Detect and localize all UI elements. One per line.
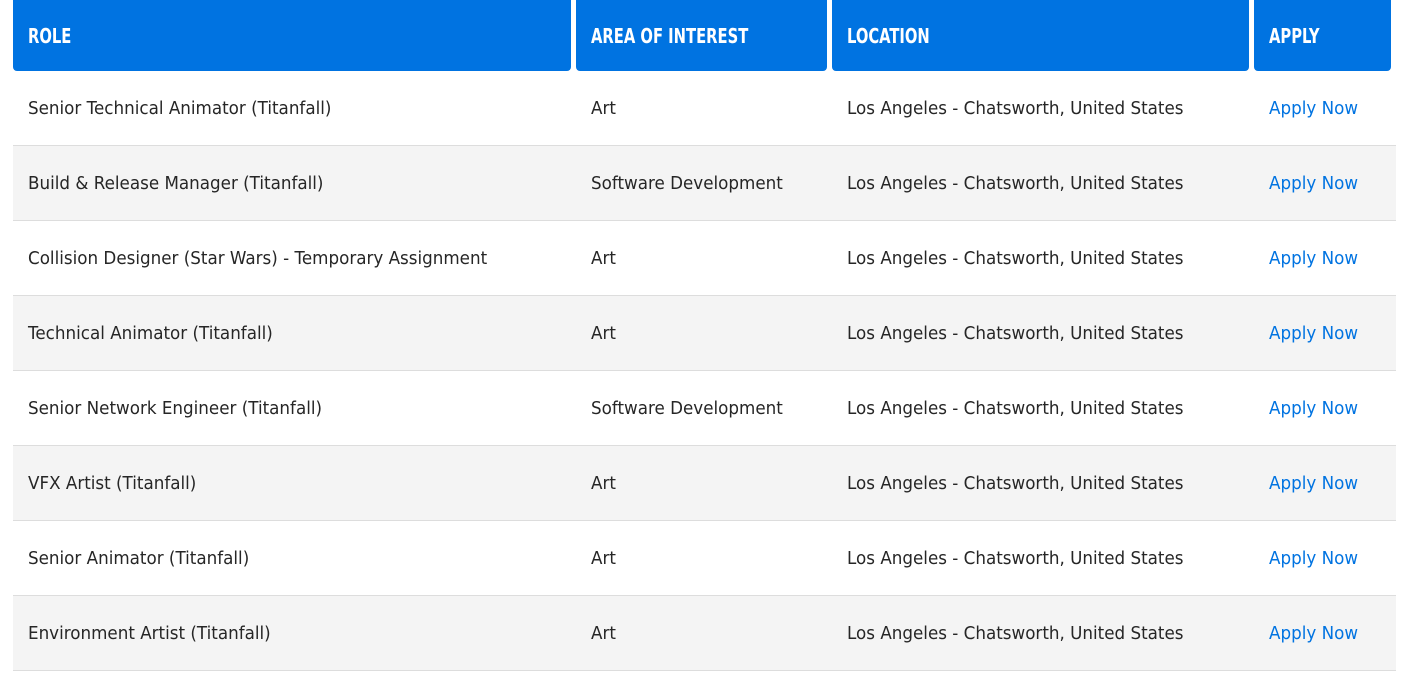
apply-now-link[interactable]: Apply Now: [1269, 398, 1358, 419]
table-row: Technical Animator (Titanfall) Art Los A…: [13, 296, 1396, 371]
role-cell: Technical Animator (Titanfall): [28, 322, 273, 344]
apply-now-link[interactable]: Apply Now: [1269, 548, 1358, 569]
role-cell: Senior Network Engineer (Titanfall): [28, 397, 323, 419]
role-cell: Build & Release Manager (Titanfall): [28, 172, 324, 194]
apply-cell: Apply Now: [1254, 473, 1396, 494]
location-cell: Los Angeles - Chatsworth, United States: [847, 472, 1184, 494]
area-cell: Art: [591, 547, 616, 569]
column-header-apply: APPLY: [1254, 0, 1391, 71]
location-cell: Los Angeles - Chatsworth, United States: [847, 172, 1184, 194]
area-cell: Art: [591, 247, 616, 269]
table-row: Senior Animator (Titanfall) Art Los Ange…: [13, 521, 1396, 596]
apply-cell: Apply Now: [1254, 548, 1396, 569]
apply-cell: Apply Now: [1254, 623, 1396, 644]
apply-now-link[interactable]: Apply Now: [1269, 173, 1358, 194]
location-cell: Los Angeles - Chatsworth, United States: [847, 547, 1184, 569]
apply-now-link[interactable]: Apply Now: [1269, 323, 1358, 344]
location-cell: Los Angeles - Chatsworth, United States: [847, 97, 1184, 119]
area-cell: Art: [591, 622, 616, 644]
apply-now-link[interactable]: Apply Now: [1269, 98, 1358, 119]
table-row: Senior Technical Animator (Titanfall) Ar…: [13, 71, 1396, 146]
role-cell: Senior Animator (Titanfall): [28, 547, 250, 569]
apply-cell: Apply Now: [1254, 323, 1396, 344]
apply-now-link[interactable]: Apply Now: [1269, 248, 1358, 269]
table-row: VFX Artist (Titanfall) Art Los Angeles -…: [13, 446, 1396, 521]
location-cell: Los Angeles - Chatsworth, United States: [847, 397, 1184, 419]
table-row: Environment Artist (Titanfall) Art Los A…: [13, 596, 1396, 671]
area-cell: Software Development: [591, 172, 783, 194]
area-cell: Art: [591, 472, 616, 494]
table-row: Collision Designer (Star Wars) - Tempora…: [13, 221, 1396, 296]
column-header-role[interactable]: ROLE: [13, 0, 571, 71]
apply-cell: Apply Now: [1254, 98, 1396, 119]
area-cell: Art: [591, 97, 616, 119]
location-cell: Los Angeles - Chatsworth, United States: [847, 247, 1184, 269]
apply-cell: Apply Now: [1254, 248, 1396, 269]
role-cell: Senior Technical Animator (Titanfall): [28, 97, 332, 119]
location-cell: Los Angeles - Chatsworth, United States: [847, 622, 1184, 644]
table-row: Build & Release Manager (Titanfall) Soft…: [13, 146, 1396, 221]
apply-cell: Apply Now: [1254, 398, 1396, 419]
table-row: Senior Network Engineer (Titanfall) Soft…: [13, 371, 1396, 446]
role-cell: Environment Artist (Titanfall): [28, 622, 271, 644]
jobs-table: ROLE AREA OF INTEREST LOCATION APPLY Sen…: [13, 0, 1396, 671]
column-header-area-of-interest[interactable]: AREA OF INTEREST: [576, 0, 827, 71]
area-cell: Software Development: [591, 397, 783, 419]
location-cell: Los Angeles - Chatsworth, United States: [847, 322, 1184, 344]
role-cell: Collision Designer (Star Wars) - Tempora…: [28, 247, 488, 269]
table-header: ROLE AREA OF INTEREST LOCATION APPLY: [13, 0, 1396, 71]
apply-now-link[interactable]: Apply Now: [1269, 623, 1358, 644]
column-header-location[interactable]: LOCATION: [832, 0, 1249, 71]
area-cell: Art: [591, 322, 616, 344]
role-cell: VFX Artist (Titanfall): [28, 472, 197, 494]
apply-cell: Apply Now: [1254, 173, 1396, 194]
apply-now-link[interactable]: Apply Now: [1269, 473, 1358, 494]
